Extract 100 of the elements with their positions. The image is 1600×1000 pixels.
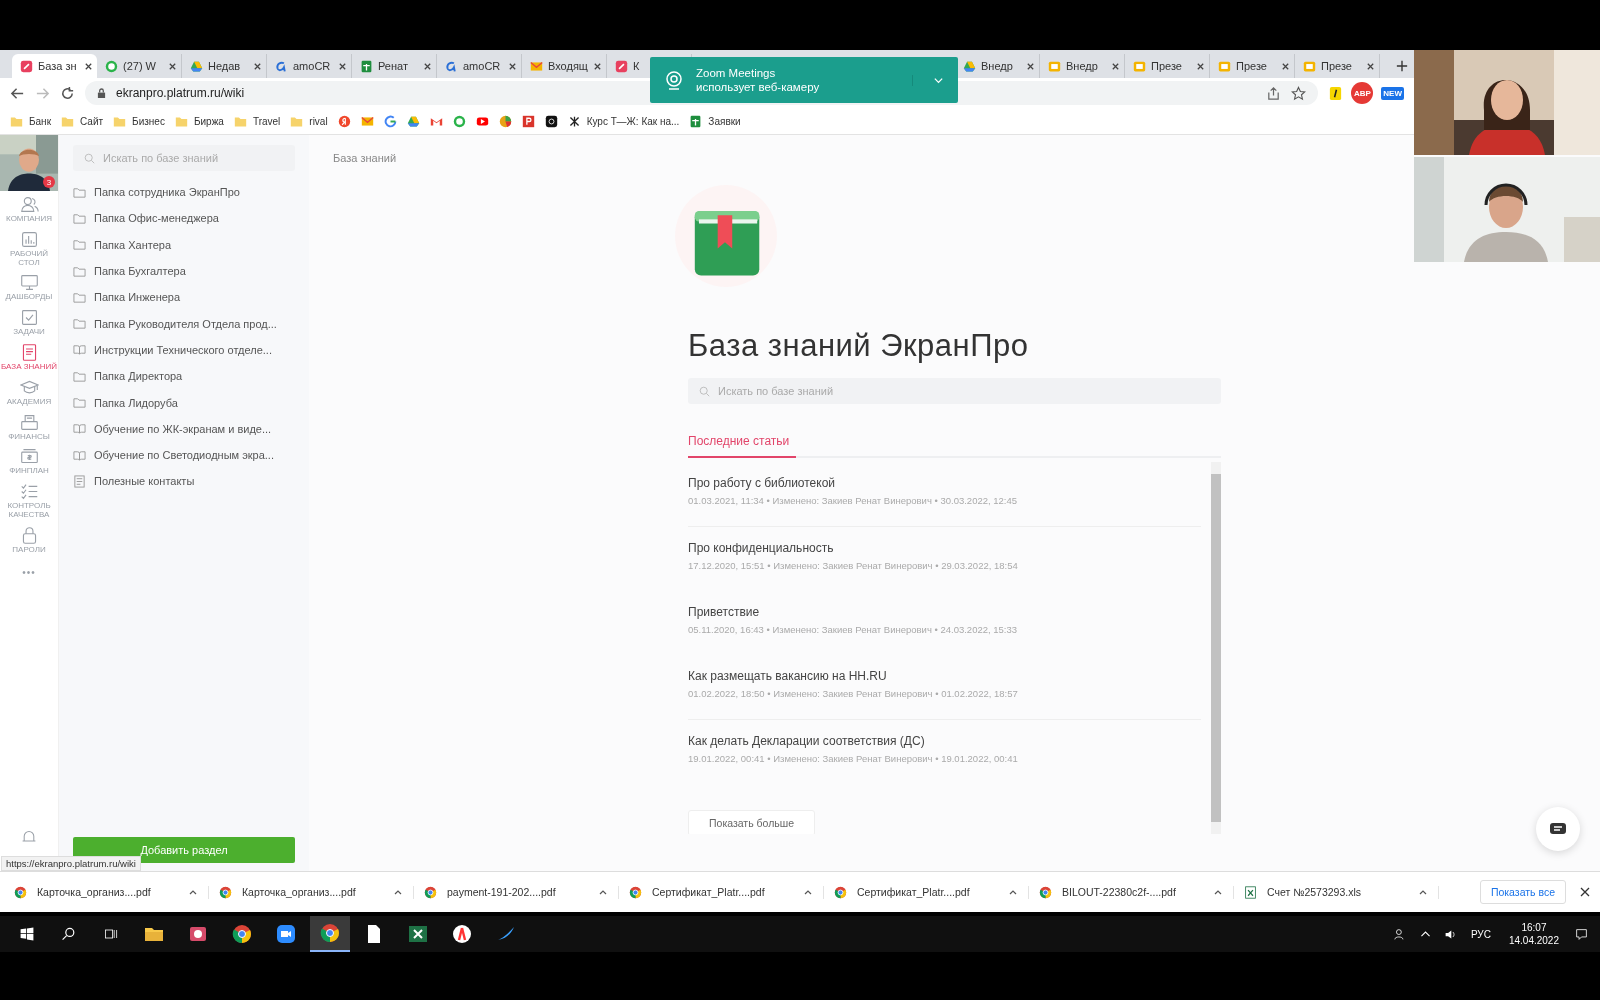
browser-tab[interactable]: (27) W (97, 54, 182, 78)
close-icon[interactable] (1111, 61, 1120, 71)
browser-tab[interactable]: Ренат (352, 54, 437, 78)
bookmark[interactable]: Биржа (174, 114, 224, 128)
site-icon (567, 114, 581, 128)
download-item[interactable]: payment-191-202....pdf (424, 885, 619, 899)
nav-item[interactable]: БАЗА ЗНАНИЙ (0, 339, 58, 374)
browser-tab[interactable]: amoCR (437, 54, 522, 78)
new-tab-icon[interactable] (1396, 60, 1408, 72)
close-icon[interactable] (338, 61, 347, 71)
bookmark[interactable]: Курс Т—Ж: Как на... (567, 114, 680, 128)
article-title[interactable]: Приветствие (688, 605, 1201, 619)
browser-tab[interactable]: Презе (1210, 54, 1295, 78)
reload-icon[interactable] (60, 85, 75, 101)
browser-tab[interactable]: Презе (1295, 54, 1380, 78)
chevron-icon[interactable] (912, 74, 944, 86)
close-icon[interactable] (1281, 61, 1290, 71)
breadcrumb[interactable]: База знаний (333, 152, 397, 164)
close-icon[interactable] (423, 61, 432, 71)
browser-tab[interactable]: Входящ (522, 54, 607, 78)
article-title[interactable]: Как делать Декларации соответствия (ДС) (688, 734, 1201, 748)
close-icon[interactable] (593, 61, 602, 71)
article-row[interactable]: Про конфиденциальность 17.12.2020, 15:51 • Изменено: Закиев Ренат Винерович • 29.03.2022, 18:54 (688, 527, 1201, 591)
article-row[interactable]: Про работу с библиотекой 01.03.2021, 11:34 • Изменено: Закиев Ренат Винерович • 30.03.2022, 12:45 (688, 462, 1201, 527)
wiki-section[interactable]: Папка Директора (73, 363, 295, 390)
show-more-button[interactable]: Показать больше (688, 810, 816, 834)
wiki-section[interactable]: Папка сотрудника ЭкранПро (73, 179, 295, 206)
download-item[interactable]: Карточка_организ....pdf (219, 885, 414, 899)
search-field[interactable]: Искать по базе знаний (73, 145, 295, 171)
status-url: https://ekranpro.platrum.ru/wiki (1, 856, 141, 871)
article-meta: 01.02.2022, 18:50 • Изменено: Закиев Ренат Винерович • 01.02.2022, 18:57 (688, 688, 1019, 699)
close-icon[interactable] (1580, 887, 1590, 897)
scrollbar[interactable] (1211, 462, 1221, 834)
app-icon (615, 59, 628, 73)
star-icon[interactable] (1291, 85, 1307, 101)
wiki-section[interactable]: Папка Офис-менеджера (73, 205, 295, 232)
search-field[interactable]: Искать по базе знаний (688, 378, 1221, 404)
share-icon[interactable] (1266, 85, 1282, 101)
wiki-section[interactable]: Инструкции Технического отделе... (73, 336, 295, 364)
article-row[interactable]: Как делать Декларации соответствия (ДС) 19.01.2022, 00:41 • Изменено: Закиев Ренат Винерович • 19.01.2022, 00:41 (688, 720, 1201, 784)
article-title[interactable]: Про конфиденциальность (688, 541, 1201, 555)
bookmark[interactable]: Бизнес (113, 114, 165, 128)
close-icon[interactable] (168, 61, 177, 71)
browser-tab[interactable]: amoCR (267, 54, 352, 78)
folder-icon (113, 114, 127, 128)
bookmark[interactable]: rival (290, 114, 328, 128)
article-row[interactable]: Приветствие 05.11.2020, 16:43 • Изменено: Закиев Ренат Винерович • 24.03.2022, 15:33 (688, 591, 1201, 655)
wiki-section[interactable]: Обучение по Светодиодным экра... (73, 441, 295, 469)
wiki-section[interactable]: Папка Бухгалтера (73, 257, 295, 285)
show-all-button[interactable]: Показать все (1479, 880, 1566, 904)
lock-icon[interactable] (97, 87, 106, 99)
download-item[interactable]: Сертификат_Platr....pdf (834, 885, 1029, 899)
bookmark[interactable]: Заявки (689, 114, 741, 128)
article-meta: 01.03.2021, 11:34 • Изменено: Закиев Ренат Винерович • 30.03.2022, 12:45 (688, 495, 1019, 506)
browser-tab[interactable]: Недав (182, 54, 267, 78)
nav-icon (19, 229, 39, 249)
article-row[interactable]: Как размещать вакансию на HH.RU 01.02.2022, 18:50 • Изменено: Закиев Ренат Винерович • 01.02.2022, 18:57 (688, 655, 1201, 720)
download-item[interactable]: BILOUT-22380c2f-....pdf (1039, 885, 1234, 899)
bookmark[interactable]: Travel (233, 114, 281, 128)
search-icon (84, 152, 95, 164)
download-item[interactable]: Сертификат_Platr....pdf (629, 885, 824, 899)
close-icon[interactable] (1366, 61, 1375, 71)
book-icon (674, 184, 778, 288)
bookmark[interactable]: Банк (10, 114, 52, 128)
taskbar-app[interactable] (310, 916, 350, 952)
bookmark[interactable]: Сайт (61, 114, 104, 128)
close-icon[interactable] (253, 61, 262, 71)
clock[interactable]: 16:07 14.04.2022 (1500, 921, 1567, 947)
close-icon[interactable] (508, 61, 517, 71)
wiki-section[interactable]: Папка Инженера (73, 284, 295, 311)
site-icon (452, 114, 466, 128)
close-icon[interactable] (1026, 61, 1035, 71)
user-avatar[interactable]: 3 (0, 135, 58, 191)
adblock-icon[interactable]: ABP (1351, 82, 1374, 104)
wiki-section[interactable]: Папка Руководителя Отдела прод... (73, 310, 295, 337)
wiki-section[interactable]: Папка Хантера (73, 231, 295, 258)
chat-button[interactable] (1536, 807, 1580, 851)
wiki-section[interactable]: Полезные контакты (73, 468, 295, 495)
articles-tab[interactable]: Последние статьи (688, 434, 796, 458)
bookmark[interactable] (544, 114, 558, 128)
download-item[interactable]: Счет №2573293.xls (1244, 885, 1439, 899)
close-icon[interactable] (1196, 61, 1205, 71)
article-title[interactable]: Как размещать вакансию на HH.RU (688, 669, 1201, 683)
extension-icon[interactable] (1328, 85, 1344, 101)
page-title: База знаний ЭкранПро (688, 328, 1030, 364)
nav-icon (19, 482, 39, 502)
app-icon (1048, 59, 1061, 73)
language-indicator[interactable]: РУС (1464, 928, 1497, 940)
download-item[interactable]: Карточка_организ....pdf (14, 885, 209, 899)
article-title[interactable]: Про работу с библиотекой (688, 476, 1201, 490)
site-icon (475, 114, 489, 128)
browser-icon (424, 885, 437, 899)
browser-tab[interactable]: Внедр (1040, 54, 1125, 78)
wiki-section[interactable]: Папка Лидоруба (73, 389, 295, 416)
browser-tab[interactable]: База зн (12, 54, 97, 78)
browser-tab[interactable]: Презе (1125, 54, 1210, 78)
close-icon[interactable] (84, 61, 93, 71)
extension-badge[interactable]: NEW (1381, 86, 1404, 100)
webcam-icon (664, 70, 684, 90)
wiki-section[interactable]: Обучение по ЖК-экранам и виде... (73, 415, 295, 442)
